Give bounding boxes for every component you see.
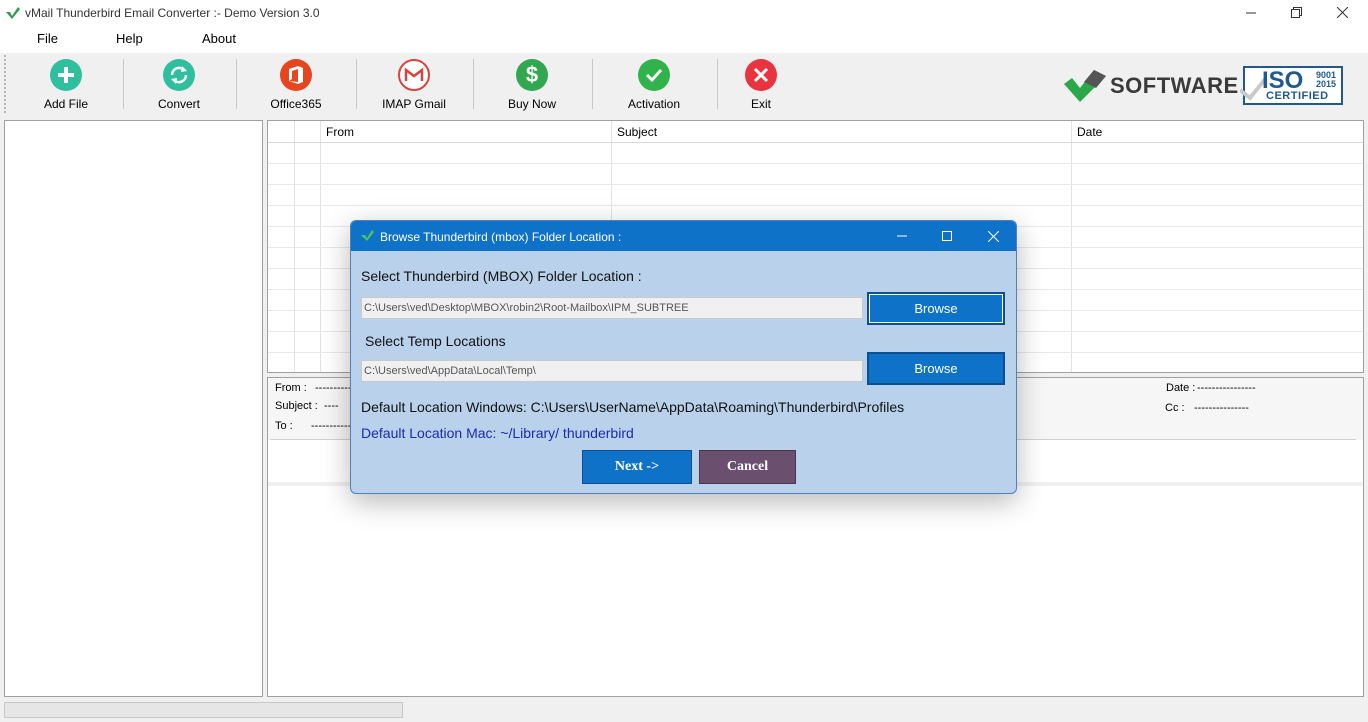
temp-location-label: Select Temp Locations	[365, 333, 506, 349]
dialog-title-bar: Browse Thunderbird (mbox) Folder Locatio…	[351, 221, 1016, 251]
add-file-label: Add File	[43, 97, 89, 111]
dollar-icon: $	[516, 59, 548, 91]
grid-row-line	[268, 184, 1363, 185]
gmail-icon	[398, 59, 430, 91]
preview-to-label: To :	[275, 420, 293, 432]
browse-mbox-button[interactable]: Browse	[867, 292, 1005, 325]
preview-subject-label: Subject :	[275, 400, 318, 412]
menu-bar: File Help About	[0, 25, 1368, 53]
browse-temp-button[interactable]: Browse	[867, 352, 1005, 385]
preview-subject-value: ----	[324, 400, 339, 412]
preview-date-label: Date :	[1166, 382, 1196, 394]
menu-help[interactable]: Help	[116, 31, 143, 46]
software-logo-text: SOFTWARE	[1110, 73, 1239, 98]
plus-circle-icon	[50, 59, 82, 91]
app-logo-icon	[6, 7, 20, 19]
exit-label: Exit	[750, 97, 771, 111]
toolbar-separator	[473, 59, 474, 109]
title-bar: vMail Thunderbird Email Converter :- Dem…	[0, 0, 1368, 25]
toolbar-separator	[356, 59, 357, 109]
office-icon	[280, 59, 312, 91]
close-circle-icon	[745, 59, 777, 91]
menu-about[interactable]: About	[202, 31, 236, 46]
exit-button[interactable]: Exit	[731, 55, 791, 113]
next-button[interactable]: Next ->	[582, 450, 692, 484]
default-location-windows: Default Location Windows: C:\Users\UserN…	[361, 399, 905, 415]
toolbar-separator	[236, 59, 237, 109]
minimize-button[interactable]	[1228, 0, 1274, 25]
dialog-close-button[interactable]	[970, 221, 1016, 251]
office365-label: Office365	[270, 97, 322, 111]
buy-now-label: Buy Now	[507, 97, 557, 111]
check-icon	[638, 59, 670, 91]
cancel-button[interactable]: Cancel	[699, 450, 796, 484]
restore-icon	[1290, 7, 1302, 18]
convert-button[interactable]: Convert	[149, 55, 209, 113]
activation-label: Activation	[627, 97, 681, 111]
imap-gmail-button[interactable]: IMAP Gmail	[379, 55, 449, 113]
dialog-title: Browse Thunderbird (mbox) Folder Locatio…	[380, 230, 622, 244]
progress-bar	[4, 702, 403, 718]
restore-button[interactable]	[1273, 0, 1319, 25]
close-icon	[987, 230, 999, 242]
column-header-subject[interactable]: Subject	[617, 125, 657, 139]
toolbar-separator	[592, 59, 593, 109]
column-header-date[interactable]: Date	[1077, 125, 1102, 139]
software-logo: SOFTWARE	[1064, 70, 1239, 102]
iso-number-2: 2015	[1316, 79, 1337, 89]
browse-folder-dialog: Browse Thunderbird (mbox) Folder Locatio…	[350, 220, 1017, 494]
window-title: vMail Thunderbird Email Converter :- Dem…	[25, 6, 320, 20]
toolbar-separator	[123, 59, 124, 109]
iso-badge: ISO 9001 2015 CERTIFIED	[1238, 66, 1344, 106]
preview-from-label: From :	[275, 382, 307, 394]
mbox-location-label: Select Thunderbird (MBOX) Folder Locatio…	[361, 268, 642, 284]
activation-button[interactable]: Activation	[619, 55, 689, 113]
minimize-icon	[897, 235, 907, 237]
dialog-logo-icon	[361, 230, 374, 241]
preview-date-value: ----------------	[1197, 382, 1256, 394]
column-header-from[interactable]: From	[326, 125, 354, 139]
close-button[interactable]	[1319, 0, 1365, 25]
software-logo-icon	[1064, 70, 1106, 102]
refresh-icon	[163, 59, 195, 91]
dialog-maximize-button[interactable]	[924, 221, 970, 251]
minimize-icon	[1246, 12, 1256, 13]
grid-row-line	[268, 142, 1363, 143]
toolbar-separator	[717, 59, 718, 109]
menu-file[interactable]: File	[37, 31, 58, 46]
add-file-button[interactable]: Add File	[36, 55, 96, 113]
grid-row-line	[268, 163, 1363, 164]
office365-button[interactable]: Office365	[261, 55, 331, 113]
temp-path-input[interactable]	[361, 360, 863, 382]
buy-now-button[interactable]: $ Buy Now	[502, 55, 562, 113]
preview-cc-label: Cc :	[1165, 402, 1185, 414]
preview-cc-value: ---------------	[1194, 402, 1249, 414]
dialog-minimize-button[interactable]	[879, 221, 925, 251]
convert-label: Convert	[157, 97, 201, 111]
mbox-path-input[interactable]	[361, 297, 863, 319]
default-location-mac: Default Location Mac: ~/Library/ thunder…	[361, 425, 634, 441]
grid-row-line	[268, 205, 1363, 206]
folder-tree-panel[interactable]	[4, 120, 263, 697]
close-icon	[1336, 7, 1348, 18]
iso-certified-text: CERTIFIED	[1266, 90, 1329, 102]
imap-gmail-label: IMAP Gmail	[382, 97, 446, 111]
maximize-icon	[942, 231, 952, 241]
